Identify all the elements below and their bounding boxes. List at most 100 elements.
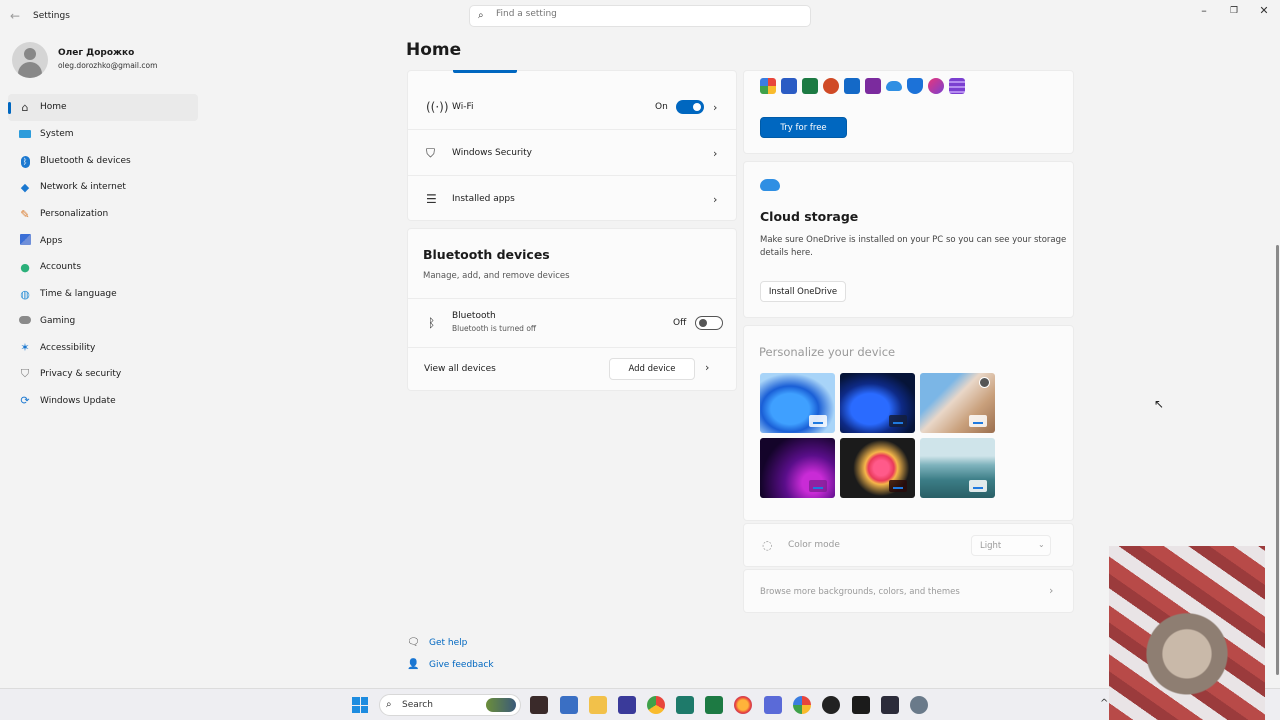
- notepad-icon[interactable]: [764, 696, 782, 714]
- app-icon[interactable]: [676, 696, 694, 714]
- feedback-icon: 👤: [407, 659, 420, 670]
- wifi-toggle[interactable]: [676, 100, 704, 114]
- terminal-icon[interactable]: [852, 696, 870, 714]
- search-highlight-icon: [486, 698, 516, 712]
- cloud-storage-description: Make sure OneDrive is installed on your …: [760, 235, 1067, 245]
- sidebar-item-apps[interactable]: Apps: [8, 227, 198, 254]
- calculator-icon[interactable]: [560, 696, 578, 714]
- sidebar-nav: ⌂ Home System ᛒ Bluetooth & devices ◆ Ne…: [8, 94, 198, 414]
- sidebar-item-personalization[interactable]: ✎ Personalization: [8, 201, 198, 228]
- windows-security-label: Windows Security: [452, 148, 532, 158]
- clipchamp-icon: [928, 78, 944, 94]
- copilot-icon: [760, 78, 776, 94]
- theme-thumbnail-dark-bloom[interactable]: [840, 373, 915, 433]
- excel-icon[interactable]: [705, 696, 723, 714]
- sidebar-item-label: Network & internet: [40, 182, 126, 193]
- sidebar-item-gaming[interactable]: Gaming: [8, 308, 198, 335]
- wifi-state: On: [655, 102, 668, 112]
- webcam-overlay: [1109, 546, 1265, 720]
- theme-thumbnail-spotlight[interactable]: [920, 373, 995, 433]
- get-help-link[interactable]: Get help: [429, 638, 467, 648]
- firefox-icon[interactable]: [734, 696, 752, 714]
- sidebar-item-label: Privacy & security: [40, 369, 122, 380]
- taskbar-search[interactable]: ⌕ Search: [379, 694, 521, 716]
- bluetooth-row[interactable]: ᛒ Bluetooth Bluetooth is turned off Off: [408, 305, 736, 341]
- sidebar-item-home[interactable]: ⌂ Home: [8, 94, 198, 121]
- copilot-icon[interactable]: [793, 696, 811, 714]
- mouse-cursor-icon: ↖: [1154, 397, 1165, 411]
- save-app-icon[interactable]: [618, 696, 636, 714]
- browse-themes-row[interactable]: Browse more backgrounds, colors, and the…: [743, 569, 1074, 613]
- view-all-devices-link[interactable]: View all devices: [424, 364, 496, 374]
- windows-start-icon[interactable]: [352, 697, 368, 713]
- restore-icon[interactable]: ❐: [1219, 6, 1249, 16]
- sidebar-item-label: Accessibility: [40, 342, 96, 353]
- wifi-icon: ((·)): [426, 100, 449, 114]
- add-device-button[interactable]: Add device: [609, 358, 695, 380]
- wifi-label: Wi-Fi: [452, 102, 474, 112]
- sidebar-item-label: Accounts: [40, 262, 82, 273]
- sidebar-item-label: System: [40, 129, 74, 140]
- chevron-right-icon: ›: [713, 100, 718, 114]
- close-icon[interactable]: ✕: [1249, 4, 1279, 17]
- sidebar-item-system[interactable]: System: [8, 121, 198, 148]
- sidebar-item-accessibility[interactable]: ✶ Accessibility: [8, 334, 198, 361]
- list-icon: ☰: [426, 192, 437, 206]
- shield-icon: ⛉: [20, 367, 30, 381]
- scrollbar-thumb[interactable]: [1276, 245, 1279, 675]
- installed-apps-row[interactable]: ☰ Installed apps ›: [408, 181, 736, 217]
- theme-thumbnail-flow[interactable]: [920, 438, 995, 498]
- app-icon[interactable]: [530, 696, 548, 714]
- scrolled-button-edge: [453, 70, 517, 73]
- try-for-free-button[interactable]: Try for free: [760, 117, 847, 138]
- sidebar-item-bluetooth[interactable]: ᛒ Bluetooth & devices: [8, 147, 198, 174]
- powershell-icon[interactable]: [881, 696, 899, 714]
- sidebar-item-windows-update[interactable]: ⟳ Windows Update: [8, 388, 198, 415]
- chrome-icon[interactable]: [647, 696, 665, 714]
- shield-icon: ⛉: [426, 145, 436, 160]
- color-mode-row[interactable]: ◌ Color mode Light ⌄: [743, 523, 1074, 567]
- bluetooth-card-subtitle: Manage, add, and remove devices: [423, 271, 570, 281]
- title-bar: ← Settings ⌕ – ❐ ✕: [0, 0, 1280, 32]
- sidebar-item-label: Windows Update: [40, 395, 116, 406]
- sidebar-item-label: Apps: [40, 235, 63, 246]
- file-explorer-icon[interactable]: [589, 696, 607, 714]
- theme-thumbnail-captured-motion[interactable]: [840, 438, 915, 498]
- back-arrow-icon[interactable]: ←: [10, 9, 20, 23]
- sidebar-item-network[interactable]: ◆ Network & internet: [8, 174, 198, 201]
- give-feedback-link[interactable]: Give feedback: [429, 660, 494, 670]
- windows-security-row[interactable]: ⛉ Windows Security ›: [408, 135, 736, 171]
- wifi-diamond-icon: ◆: [20, 180, 30, 194]
- chevron-right-icon: ›: [713, 192, 718, 206]
- chevron-up-icon[interactable]: ^: [1100, 698, 1108, 709]
- person-icon: ●: [20, 260, 30, 274]
- user-name: Олег Дорожко: [58, 48, 135, 58]
- minimize-icon[interactable]: –: [1189, 4, 1219, 17]
- sidebar-item-label: Bluetooth & devices: [40, 155, 131, 166]
- settings-search-box[interactable]: ⌕: [469, 5, 811, 27]
- camera-icon: [979, 377, 990, 388]
- app-icon[interactable]: [822, 696, 840, 714]
- chevron-right-icon[interactable]: ›: [705, 361, 709, 374]
- wifi-row[interactable]: ((·)) Wi-Fi On ›: [408, 89, 736, 125]
- home-icon: ⌂: [21, 100, 29, 114]
- theme-thumbnail-glow[interactable]: [760, 438, 835, 498]
- settings-search-input[interactable]: [496, 9, 796, 19]
- help-icon: 🗨: [407, 637, 420, 648]
- accessibility-icon: ✶: [20, 341, 30, 355]
- bluetooth-toggle[interactable]: [695, 316, 723, 330]
- onedrive-icon: [760, 179, 780, 191]
- install-onedrive-button[interactable]: Install OneDrive: [760, 281, 846, 302]
- sidebar-item-privacy[interactable]: ⛉ Privacy & security: [8, 361, 198, 388]
- theme-thumbnail-light-bloom[interactable]: [760, 373, 835, 433]
- apps-icon: [18, 233, 32, 248]
- onedrive-icon: [886, 81, 902, 91]
- settings-gear-icon[interactable]: [910, 696, 928, 714]
- sidebar-item-time-language[interactable]: ◍ Time & language: [8, 281, 198, 308]
- avatar: [12, 42, 48, 78]
- sidebar-item-accounts[interactable]: ● Accounts: [8, 254, 198, 281]
- color-mode-dropdown[interactable]: Light ⌄: [971, 535, 1051, 556]
- cloud-storage-card: Cloud storage Make sure OneDrive is inst…: [743, 161, 1074, 318]
- chevron-down-icon: ⌄: [1038, 540, 1045, 549]
- divider: [408, 347, 736, 348]
